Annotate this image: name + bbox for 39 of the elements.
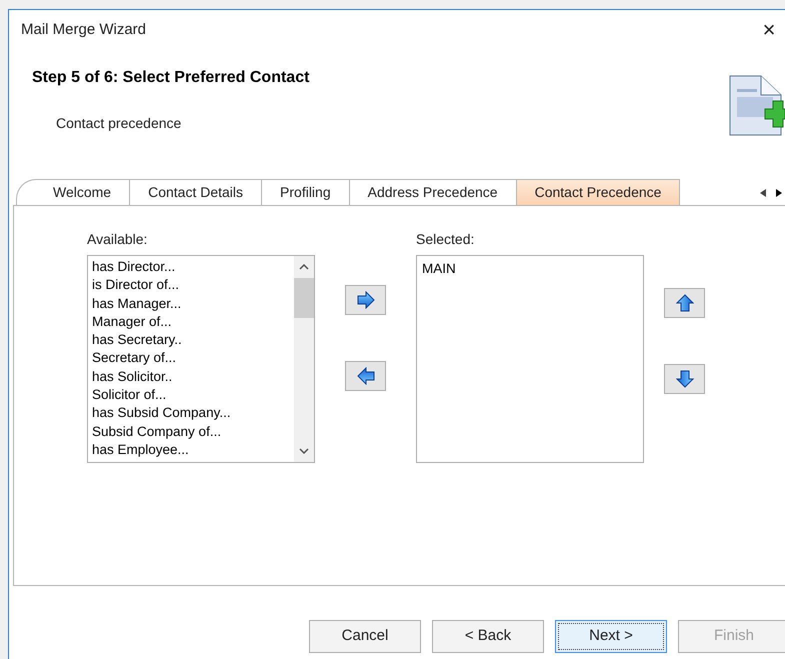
arrow-down-icon — [676, 369, 694, 389]
list-item[interactable]: is Director of... — [92, 276, 294, 295]
scroll-thumb[interactable] — [294, 278, 314, 318]
list-item[interactable]: MAIN — [422, 259, 643, 280]
list-item[interactable]: Manager of... — [92, 312, 294, 332]
step-subtitle: Contact precedence — [56, 114, 182, 133]
arrow-up-icon — [676, 293, 694, 313]
window-title: Mail Merge Wizard — [21, 20, 146, 40]
wizard-button[interactable]: Cancel — [309, 620, 421, 653]
wizard-button[interactable]: Next > — [555, 620, 667, 653]
tab[interactable]: Contact Precedence — [516, 179, 680, 205]
scroll-right-icon[interactable] — [776, 189, 782, 197]
list-item[interactable]: Subsid Company of... — [92, 422, 294, 441]
list-item[interactable]: Secretary of... — [92, 349, 294, 368]
list-item[interactable]: has Manager... — [92, 294, 294, 313]
list-item[interactable]: Solicitor of... — [92, 386, 294, 404]
available-label: Available: — [87, 230, 148, 249]
arrow-right-icon — [356, 291, 376, 309]
scroll-left-icon[interactable] — [760, 189, 766, 197]
available-list[interactable]: has Director... is Director of... has Manager... Manager of... has Secretary.. Secretary of... has Solicitor.. Solicitor of... has Subsid Company... Subsid Company of... has Employee... — [87, 255, 315, 463]
selected-list[interactable]: MAIN — [416, 255, 644, 463]
step-title: Step 5 of 6: Select Preferred Contact — [32, 68, 310, 88]
move-up-button[interactable] — [664, 288, 705, 318]
selected-label: Selected: — [416, 230, 476, 249]
list-item[interactable]: has Solicitor.. — [92, 368, 294, 386]
tab[interactable]: Welcome — [16, 179, 130, 205]
list-item[interactable]: has Subsid Company... — [92, 404, 294, 423]
move-down-button[interactable] — [664, 364, 705, 394]
scroll-down-icon[interactable] — [299, 448, 309, 454]
scroll-up-icon[interactable] — [299, 264, 309, 270]
list-item[interactable]: has Employee... — [92, 440, 294, 460]
arrow-left-icon — [356, 367, 376, 385]
scrollbar[interactable] — [294, 256, 314, 462]
add-button[interactable] — [345, 285, 386, 315]
list-item[interactable]: has Director... — [92, 258, 294, 276]
wizard-button[interactable]: < Back — [432, 620, 544, 653]
list-item[interactable]: has Secretary.. — [92, 331, 294, 350]
remove-button[interactable] — [345, 361, 386, 391]
close-button[interactable]: × — [757, 19, 781, 41]
